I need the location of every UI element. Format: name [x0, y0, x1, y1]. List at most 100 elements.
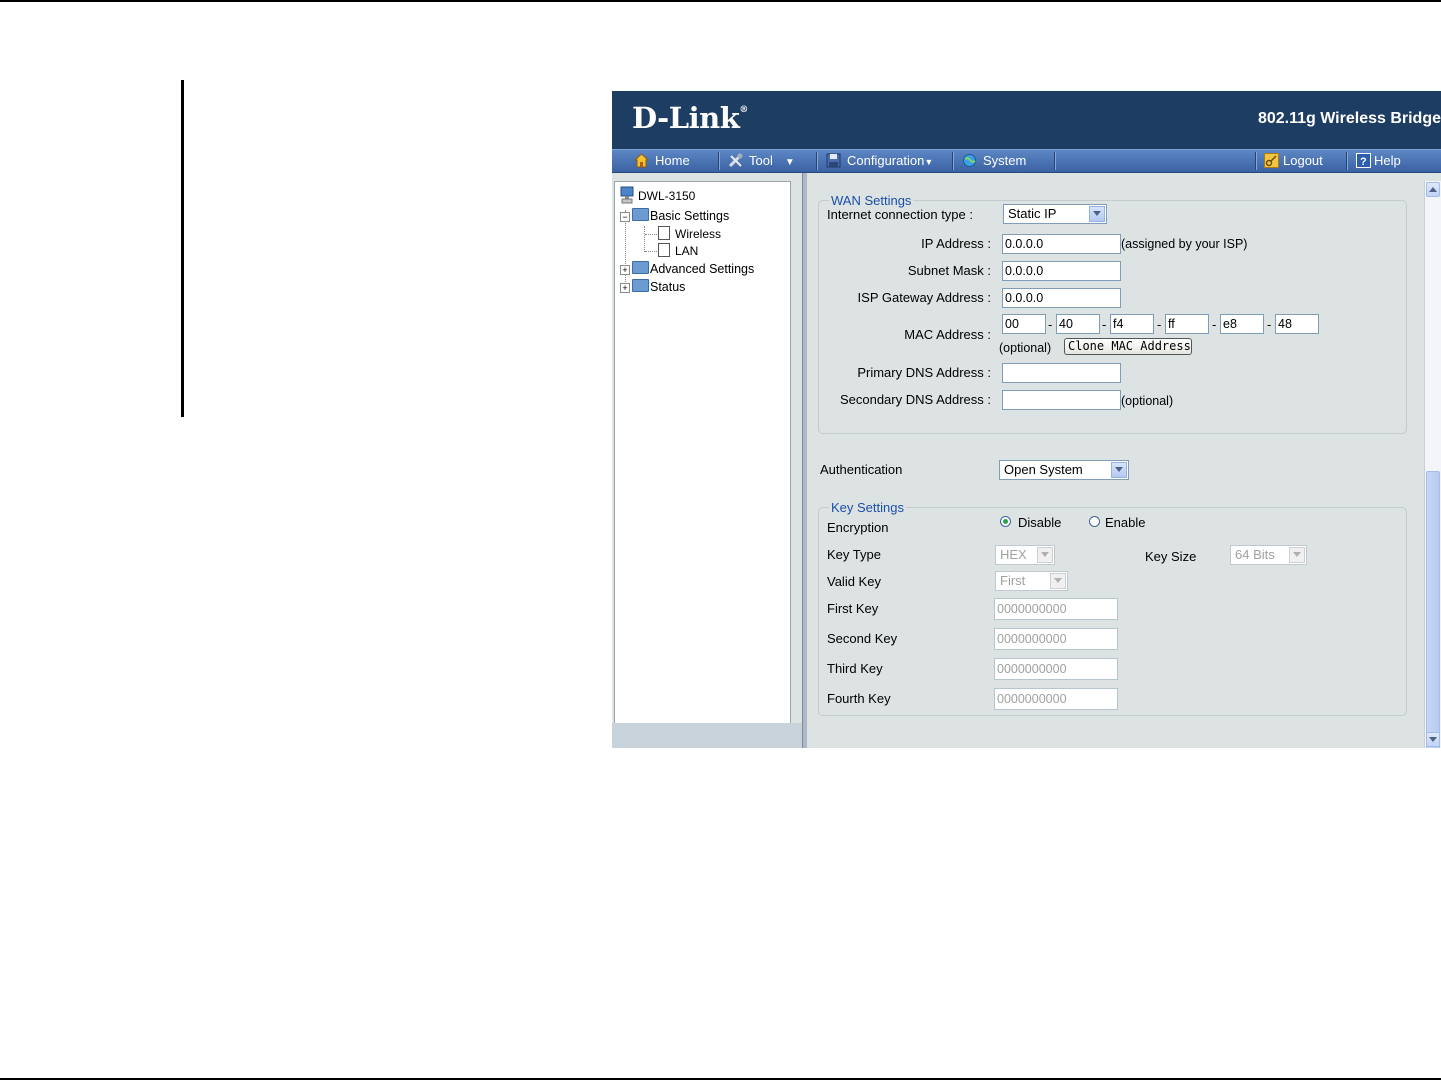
tree-item-label: Advanced Settings: [650, 262, 755, 276]
menu-separator: [1255, 152, 1257, 170]
key-size-label: Key Size: [1145, 549, 1197, 564]
chevron-down-icon: ▼: [784, 157, 795, 168]
second-key-input[interactable]: 0000000000: [994, 628, 1118, 650]
conn-type-value: Static IP: [1008, 206, 1057, 221]
page-icon: [658, 243, 670, 257]
home-icon: [634, 153, 649, 168]
subnet-mask-input[interactable]: 0.0.0.0: [1002, 261, 1121, 281]
folder-icon: [632, 279, 649, 292]
encryption-label: Encryption: [827, 520, 889, 535]
tree-item-lan[interactable]: LAN: [658, 243, 698, 258]
tree-item-label: LAN: [675, 244, 699, 258]
tree-item-advanced-settings[interactable]: + Advanced Settings: [620, 261, 754, 276]
conn-type-label: Internet connection type :: [827, 207, 973, 222]
secondary-dns-input[interactable]: [1002, 390, 1121, 410]
help-icon: ?: [1356, 153, 1371, 168]
key-size-value: 64 Bits: [1235, 547, 1275, 562]
encryption-enable-radio[interactable]: [1089, 516, 1100, 527]
settings-content: WAN Settings Internet connection type : …: [810, 173, 1411, 748]
menu-separator: [816, 152, 818, 170]
key-type-label: Key Type: [827, 547, 881, 562]
key-settings-legend: Key Settings: [831, 500, 904, 515]
folder-icon: [632, 261, 649, 274]
key-size-select[interactable]: 64 Bits: [1230, 545, 1307, 565]
ip-address-input[interactable]: 0.0.0.0: [1002, 234, 1121, 254]
third-key-label: Third Key: [827, 661, 883, 676]
computer-icon: [620, 186, 634, 204]
globe-icon: [963, 154, 976, 167]
tree-item-label: Wireless: [675, 227, 722, 241]
menu-home[interactable]: Home: [634, 150, 690, 172]
mac-separator: -: [1157, 317, 1162, 332]
fourth-key-input[interactable]: 0000000000: [994, 688, 1118, 710]
scroll-down-icon[interactable]: [1426, 732, 1440, 747]
menu-separator: [1054, 152, 1056, 170]
mac-octet-6[interactable]: 48: [1275, 314, 1319, 334]
margin-bar: [181, 80, 184, 417]
clone-mac-button[interactable]: Clone MAC Address: [1064, 338, 1192, 355]
wan-settings-legend: WAN Settings: [831, 193, 912, 208]
key-type-select[interactable]: HEX: [995, 545, 1055, 565]
expand-icon[interactable]: +: [620, 283, 630, 293]
tree-connector: [644, 226, 645, 252]
scroll-up-icon[interactable]: [1426, 182, 1440, 197]
ip-address-label: IP Address :: [921, 236, 991, 251]
menu-system[interactable]: System: [962, 150, 1026, 172]
secondary-dns-note: (optional): [1121, 394, 1174, 408]
menu-tool[interactable]: Tool ▼: [728, 150, 795, 172]
ip-address-note: (assigned by your ISP): [1121, 237, 1248, 251]
menu-configuration[interactable]: Configuration▼: [826, 150, 933, 172]
tree-item-wireless[interactable]: Wireless: [658, 226, 721, 241]
tree-item-label: DWL-3150: [638, 189, 696, 203]
key-type-value: HEX: [1000, 547, 1027, 562]
mac-octet-4[interactable]: ff: [1165, 314, 1209, 334]
pane-splitter[interactable]: [802, 173, 807, 748]
tree-footer: [612, 723, 802, 748]
first-key-input[interactable]: 0000000000: [994, 598, 1118, 620]
tool-icon: [728, 153, 743, 168]
tree-item-label: Status: [650, 280, 686, 294]
tree-item-status[interactable]: + Status: [620, 279, 685, 294]
mac-address-label: MAC Address :: [904, 327, 991, 342]
mac-separator: -: [1212, 317, 1217, 332]
tree-connector: [645, 234, 657, 235]
product-title: 802.11g Wireless Bridge: [1257, 110, 1441, 127]
scroll-thumb[interactable]: [1426, 471, 1440, 748]
content-scrollbar[interactable]: [1424, 181, 1441, 748]
mac-octet-2[interactable]: 40: [1056, 314, 1100, 334]
encryption-disable-radio[interactable]: [1000, 516, 1011, 527]
collapse-icon[interactable]: −: [620, 212, 630, 222]
valid-key-select[interactable]: First: [995, 571, 1068, 591]
tree-item-label: Basic Settings: [650, 209, 730, 223]
menu-logout[interactable]: Logout: [1264, 150, 1323, 172]
third-key-input[interactable]: 0000000000: [994, 658, 1118, 680]
floppy-disk-icon: [826, 153, 841, 168]
mac-octet-3[interactable]: f4: [1110, 314, 1154, 334]
main-menu: Home Tool ▼ Configuration▼ System Logout …: [612, 149, 1441, 173]
tree-connector: [645, 251, 657, 252]
page-bottom-rule: [0, 1078, 1441, 1080]
mac-octet-1[interactable]: 00: [1002, 314, 1046, 334]
page-top-rule: [0, 0, 1441, 2]
key-icon: [1264, 153, 1279, 168]
authentication-select[interactable]: Open System: [999, 460, 1129, 480]
first-key-label: First Key: [827, 601, 879, 616]
expand-icon[interactable]: +: [620, 265, 630, 275]
gateway-input[interactable]: 0.0.0.0: [1002, 288, 1121, 308]
tree-item-basic-settings[interactable]: − Basic Settings: [620, 208, 729, 223]
mac-separator: -: [1267, 317, 1272, 332]
gateway-label: ISP Gateway Address :: [857, 290, 991, 305]
chevron-down-icon: [1089, 206, 1105, 222]
mac-separator: -: [1048, 317, 1053, 332]
page-icon: [658, 226, 670, 240]
dlink-logo: D-Link®: [632, 101, 748, 135]
mac-optional-note: (optional): [999, 341, 1052, 355]
primary-dns-input[interactable]: [1002, 363, 1121, 383]
menu-separator: [952, 152, 954, 170]
conn-type-select[interactable]: Static IP: [1003, 204, 1107, 224]
tree-item-device[interactable]: DWL-3150: [620, 186, 695, 204]
mac-octet-5[interactable]: e8: [1220, 314, 1264, 334]
menu-help[interactable]: ? Help: [1356, 150, 1401, 172]
fourth-key-label: Fourth Key: [827, 691, 891, 706]
subnet-mask-label: Subnet Mask :: [907, 263, 991, 278]
